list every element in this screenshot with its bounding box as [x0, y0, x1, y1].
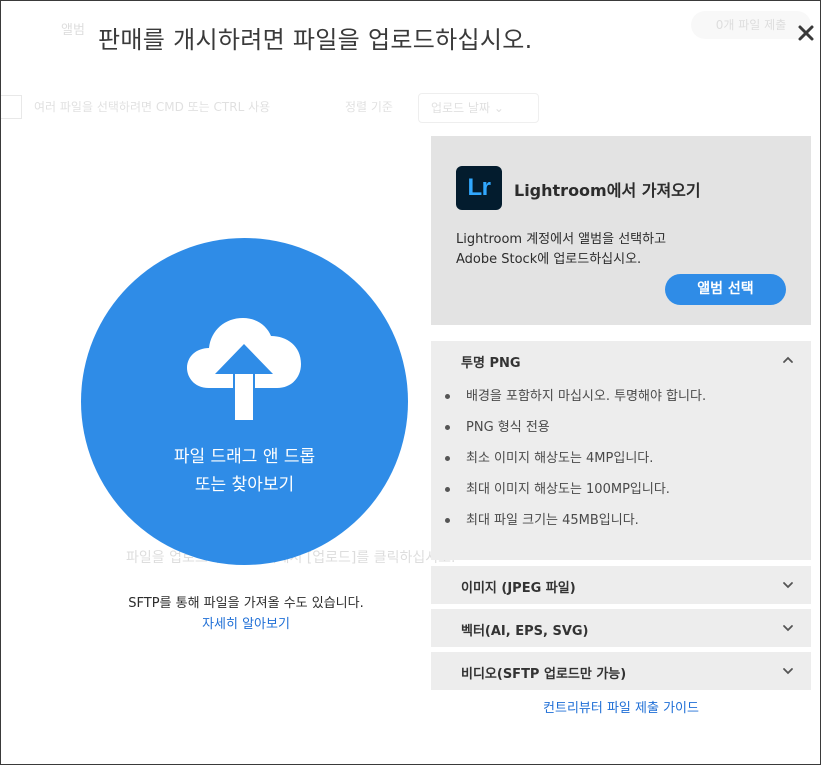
bg-album-label: 앨범	[61, 23, 85, 38]
bullet-icon	[445, 425, 450, 430]
accordion-title: 이미지 (JPEG 파일)	[461, 581, 576, 596]
lightroom-logo-text: Lr	[467, 174, 492, 201]
lightroom-description: Lightroom 계정에서 앨범을 선택하고	[456, 232, 667, 247]
accordion-header-video[interactable]: 비디오(SFTP 업로드만 가능)	[431, 652, 811, 690]
bg-submit-pill: 0개 파일 제출	[691, 11, 811, 39]
close-icon	[798, 25, 814, 41]
lightroom-import-panel: Lr Lightroom에서 가져오기 Lightroom 계정에서 앨범을 선…	[431, 136, 811, 325]
list-item: 최대 이미지 해상도는 100MP입니다.	[431, 482, 811, 513]
contributor-guide-link[interactable]: 컨트리뷰터 파일 제출 가이드	[431, 697, 811, 716]
chevron-down-icon	[782, 580, 794, 590]
bg-sort-value: 업로드 날짜	[431, 101, 491, 115]
list-item: PNG 형식 전용	[431, 420, 811, 451]
sftp-info-text: SFTP를 통해 파일을 가져올 수도 있습니다.	[128, 596, 364, 611]
file-drop-zone[interactable]: 파일 드래그 앤 드롭 또는 찾아보기	[81, 238, 408, 565]
lightroom-title: Lightroom에서 가져오기	[514, 181, 701, 200]
bullet-icon	[445, 394, 450, 399]
browse-label: 또는 찾아보기	[194, 475, 295, 495]
accordion-header-vector[interactable]: 벡터(AI, EPS, SVG)	[431, 609, 811, 647]
bullet-icon	[445, 518, 450, 523]
cloud-upload-icon	[187, 318, 301, 420]
bg-multi-select-hint: 여러 파일을 선택하려면 CMD 또는 CTRL 사용	[34, 100, 271, 114]
list-item: 최소 이미지 해상도는 4MP입니다.	[431, 451, 811, 482]
chevron-up-icon	[782, 355, 794, 365]
select-album-button[interactable]: 앨범 선택	[665, 274, 786, 305]
bg-sort-select: 업로드 날짜 ⌄	[418, 93, 539, 123]
bg-select-checkbox	[1, 95, 22, 119]
close-button[interactable]	[794, 21, 818, 45]
accordion-video: 비디오(SFTP 업로드만 가능)	[431, 652, 811, 690]
accordion-vector: 벡터(AI, EPS, SVG)	[431, 609, 811, 647]
accordion-header-png[interactable]: 투명 PNG	[431, 341, 811, 379]
bullet-icon	[445, 487, 450, 492]
dialog-title: 판매를 개시하려면 파일을 업로드하십시오.	[98, 26, 533, 54]
lightroom-description-2: Adobe Stock에 업로드하십시오.	[456, 252, 642, 267]
upload-dialog: 앨범 0개 파일 제출 여러 파일을 선택하려면 CMD 또는 CTRL 사용 …	[0, 0, 821, 765]
chevron-down-icon	[782, 623, 794, 633]
bg-sort-label: 정렬 기준	[345, 100, 393, 114]
lightroom-logo: Lr	[456, 166, 502, 210]
accordion-image-jpeg: 이미지 (JPEG 파일)	[431, 566, 811, 604]
png-requirements-list: 배경을 포함하지 마십시오. 투명해야 합니다. PNG 형식 전용 최소 이미…	[431, 389, 811, 544]
bullet-icon	[445, 456, 450, 461]
accordion-title: 비디오(SFTP 업로드만 가능)	[461, 667, 627, 682]
list-item: 배경을 포함하지 마십시오. 투명해야 합니다.	[431, 389, 811, 420]
accordion-transparent-png: 투명 PNG 배경을 포함하지 마십시오. 투명해야 합니다. PNG 형식 전…	[431, 341, 811, 560]
chevron-down-icon	[782, 666, 794, 676]
drop-zone-label: 파일 드래그 앤 드롭	[173, 447, 316, 467]
accordion-title: 투명 PNG	[461, 356, 521, 371]
list-item: 최대 파일 크기는 45MB입니다.	[431, 513, 811, 544]
learn-more-link[interactable]: 자세히 알아보기	[91, 613, 401, 632]
accordion-title: 벡터(AI, EPS, SVG)	[461, 624, 589, 639]
accordion-header-image[interactable]: 이미지 (JPEG 파일)	[431, 566, 811, 604]
